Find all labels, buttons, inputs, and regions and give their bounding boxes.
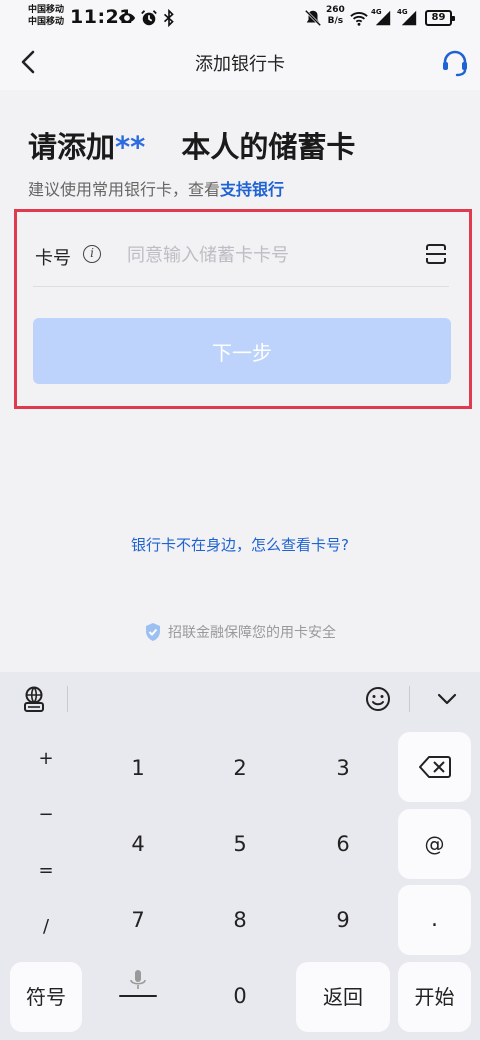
card-number-input[interactable]: [127, 238, 407, 272]
key-dot[interactable]: .: [398, 885, 471, 955]
key-plus[interactable]: +: [28, 748, 64, 769]
subline: 建议使用常用银行卡，查看支持银行: [28, 176, 284, 200]
key-equals[interactable]: =: [28, 860, 64, 881]
return-key[interactable]: 返回: [296, 962, 390, 1032]
headline-suffix: 本人的储蓄卡: [181, 130, 356, 164]
headline-prefix: 请添加: [28, 130, 116, 164]
signal-2-icon: [401, 10, 417, 26]
masked-name: **: [115, 130, 146, 164]
security-text: 招联金融保障您的用卡安全: [168, 625, 336, 641]
carrier-1: 中国移动: [28, 5, 65, 15]
keyboard-settings-icon[interactable]: [19, 684, 49, 714]
card-form: 卡号 i 下一步: [14, 209, 472, 409]
symbol-key[interactable]: 符号: [10, 962, 82, 1032]
key-0[interactable]: 0: [210, 984, 270, 1008]
key-3[interactable]: 3: [313, 756, 373, 780]
key-9[interactable]: 9: [313, 908, 373, 932]
card-number-label: 卡号: [35, 248, 71, 269]
microphone-icon[interactable]: [116, 964, 160, 1000]
mute-icon: [304, 9, 322, 27]
backspace-icon: [419, 756, 451, 778]
toolbar-separator: [67, 686, 68, 712]
key-2[interactable]: 2: [210, 756, 270, 780]
headline: 请添加** 本人的储蓄卡: [28, 124, 355, 166]
battery-indicator: 89: [425, 10, 455, 26]
key-minus[interactable]: −: [28, 804, 64, 825]
toolbar-separator: [409, 686, 410, 712]
key-8[interactable]: 8: [210, 908, 270, 932]
carrier-2: 中国移动: [28, 17, 65, 27]
start-key[interactable]: 开始: [398, 962, 471, 1032]
key-slash[interactable]: /: [28, 916, 64, 937]
subline-text: 建议使用常用银行卡，查看: [28, 180, 221, 199]
security-notice: 招联金融保障您的用卡安全: [0, 622, 480, 642]
network-speed: 260 B/s: [326, 5, 345, 27]
alarm-icon: [141, 10, 157, 26]
info-icon[interactable]: i: [83, 245, 101, 263]
key-at[interactable]: @: [398, 809, 471, 879]
numeric-keyboard: + − = / 1 2 3 4 5 6 7 8 9 0 @ . 符号 返回 开始: [0, 672, 480, 1040]
key-4[interactable]: 4: [108, 832, 168, 856]
wifi-icon: [350, 12, 368, 26]
no-card-help-link[interactable]: 银行卡不在身边，怎么查看卡号?: [0, 534, 480, 555]
next-step-button[interactable]: 下一步: [33, 318, 451, 384]
scan-card-icon[interactable]: [424, 242, 448, 266]
carrier-labels: 中国移动 中国移动: [28, 4, 64, 28]
key-5[interactable]: 5: [210, 832, 270, 856]
emoji-icon[interactable]: [363, 684, 393, 714]
input-divider: [33, 286, 449, 287]
network-speed-value: 260: [326, 5, 345, 15]
backspace-key[interactable]: [398, 732, 471, 802]
key-6[interactable]: 6: [313, 832, 373, 856]
network-speed-unit: B/s: [327, 16, 344, 26]
key-7[interactable]: 7: [108, 908, 168, 932]
page-title: 添加银行卡: [195, 54, 285, 75]
status-bar: 中国移动 中国移动 11:21 260 B/s 4G 4G 89: [0, 0, 480, 36]
key-1[interactable]: 1: [108, 756, 168, 780]
shield-check-icon: [146, 623, 160, 641]
bluetooth-icon: [163, 9, 174, 27]
supported-banks-link[interactable]: 支持银行: [220, 180, 284, 199]
keyboard-toolbar: [0, 672, 480, 726]
collapse-keyboard-icon[interactable]: [432, 684, 462, 714]
customer-service-icon[interactable]: [439, 47, 471, 79]
eye-icon: [118, 13, 136, 23]
app-header: 添加银行卡: [0, 36, 480, 90]
signal-1-icon: [375, 10, 391, 26]
